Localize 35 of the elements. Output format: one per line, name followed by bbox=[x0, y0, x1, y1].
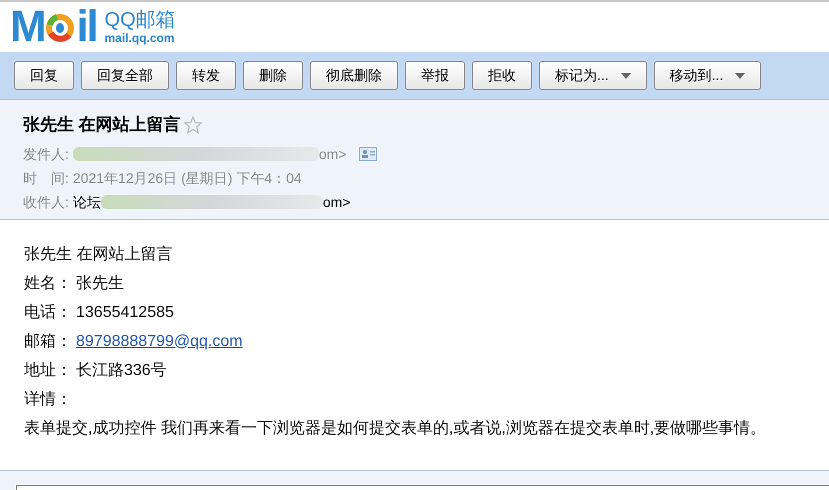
field-label: 发件人: bbox=[23, 144, 69, 164]
toolbar-button[interactable]: 删除 bbox=[243, 61, 303, 90]
field-value: om> bbox=[318, 144, 347, 164]
dropdown-button[interactable]: 移动到... bbox=[654, 61, 762, 90]
star-icon[interactable] bbox=[182, 114, 203, 135]
body-label: 邮箱： bbox=[24, 332, 72, 352]
body-label: 电话： bbox=[24, 302, 72, 322]
dropdown-button[interactable]: 标记为... bbox=[539, 61, 647, 90]
logo-mark: M il bbox=[10, 5, 97, 49]
email-subject: 张先生 在网站上留言 bbox=[23, 114, 181, 136]
toolbar-button[interactable]: 举报 bbox=[405, 61, 465, 90]
caret-icon bbox=[620, 72, 631, 78]
email-link[interactable]: 89798888799@qq.com bbox=[76, 326, 243, 356]
body-label: 姓名： bbox=[24, 274, 72, 294]
toolbar-button[interactable]: 转发 bbox=[176, 61, 236, 90]
field-label: 收件人: bbox=[23, 192, 69, 212]
caret-icon bbox=[735, 72, 746, 78]
body-label: 详情： bbox=[24, 390, 72, 410]
body-text: 张先生 bbox=[76, 274, 124, 294]
toolbar-button[interactable]: 回复全部 bbox=[81, 61, 169, 90]
field-value: om> bbox=[322, 192, 351, 212]
body-text: 13655412585 bbox=[76, 302, 174, 322]
toolbar-button[interactable]: 回复 bbox=[14, 61, 74, 90]
body-label: 地址： bbox=[24, 360, 72, 380]
logo-domain: mail.qq.com bbox=[104, 32, 176, 44]
field-value: 2021年12月26日 (星期日) 下午4：04 bbox=[72, 168, 302, 188]
body-text: 长江路336号 bbox=[76, 360, 167, 380]
contact-card-icon[interactable] bbox=[358, 147, 377, 161]
body-text: 张先生 在网站上留言 bbox=[24, 244, 172, 264]
toolbar-button[interactable]: 拒收 bbox=[472, 61, 532, 90]
logo-name: QQ邮箱 bbox=[104, 10, 176, 30]
field-label: 时 间: bbox=[23, 168, 69, 188]
toolbar-button[interactable]: 彻底删除 bbox=[310, 61, 398, 90]
field-value: 论坛 bbox=[72, 192, 101, 212]
body-text: 表单提交,成功控件 我们再来看一下浏览器是如何提交表单的,或者说,浏览器在提交表单时,要做哪些事情。 bbox=[24, 418, 766, 438]
